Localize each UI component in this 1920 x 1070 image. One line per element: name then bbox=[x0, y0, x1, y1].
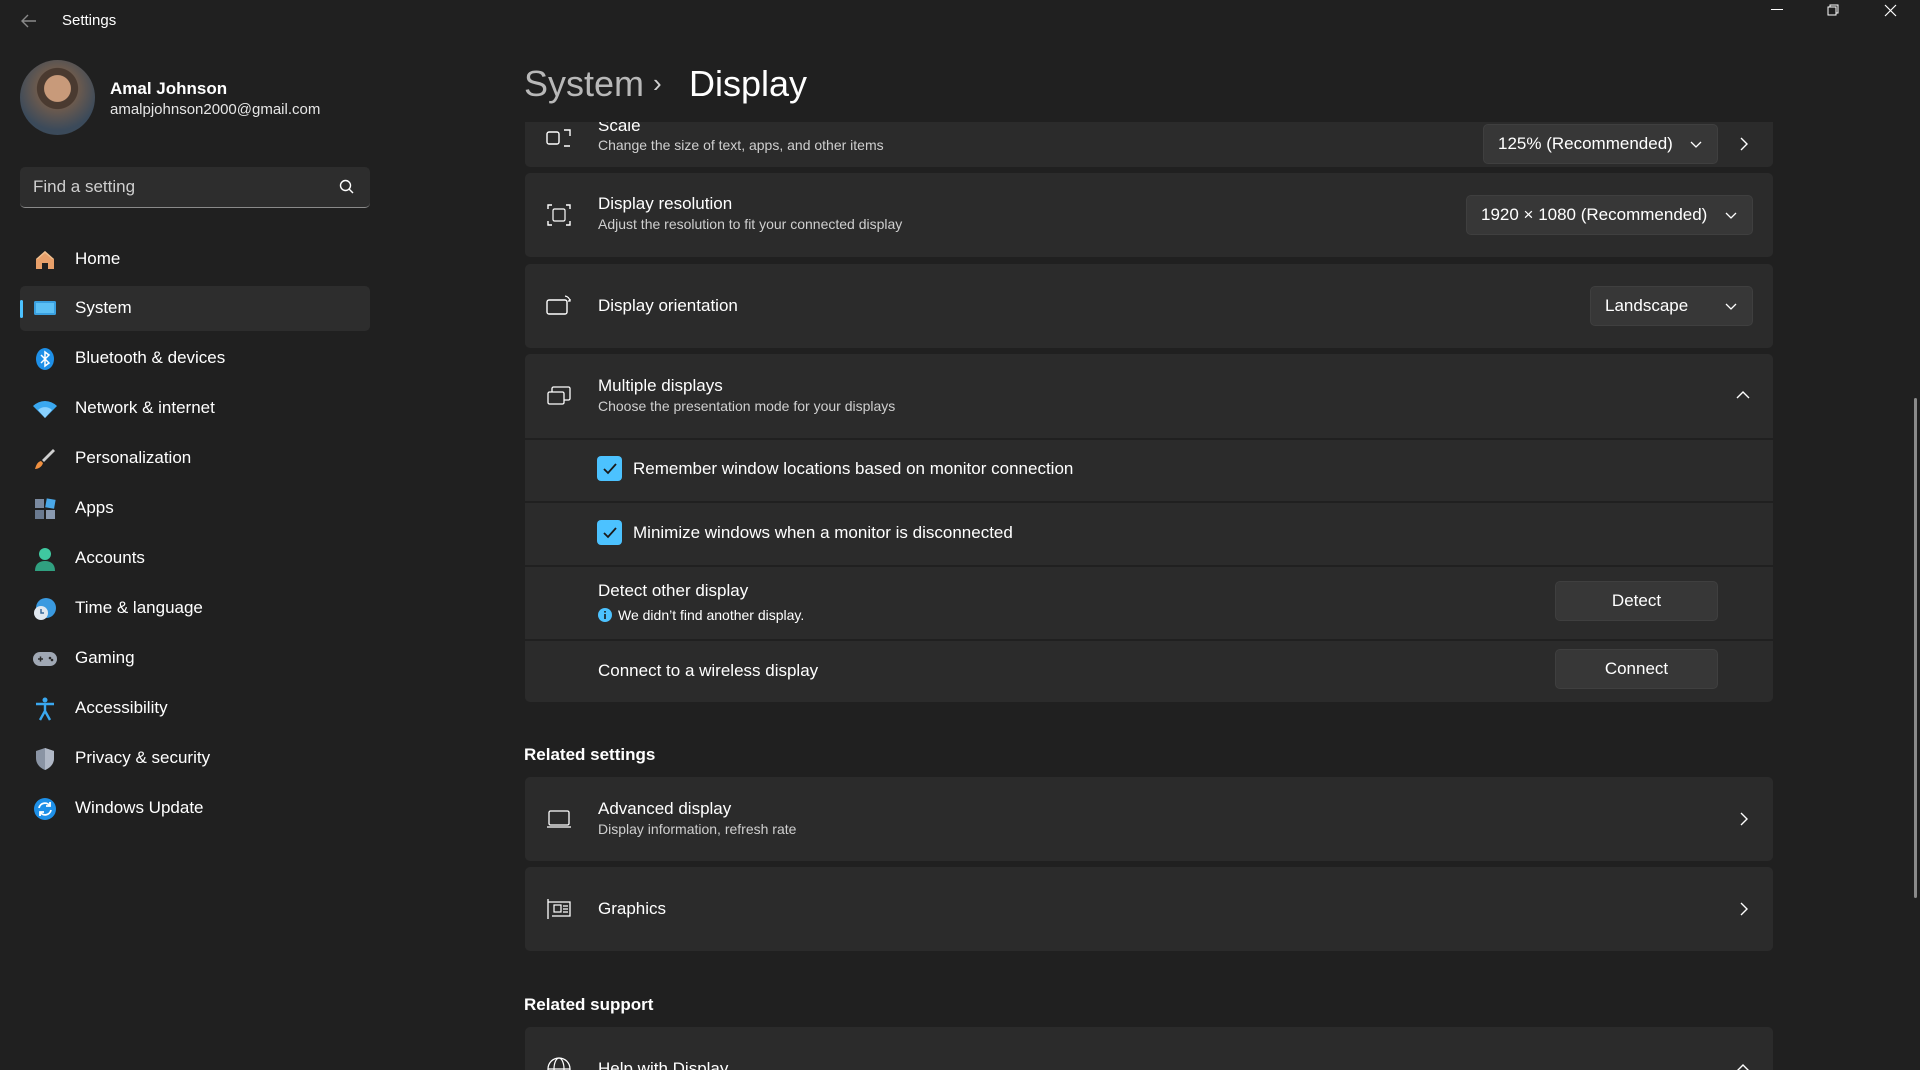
app-title: Settings bbox=[62, 12, 117, 29]
graphics-title: Graphics bbox=[598, 899, 667, 918]
multiple-displays-header[interactable]: Multiple displays Choose the presentatio… bbox=[525, 354, 1773, 438]
chevron-down-icon bbox=[1725, 303, 1737, 310]
scale-icon bbox=[546, 129, 571, 147]
divider bbox=[525, 639, 1773, 641]
multiple-displays-title: Multiple displays bbox=[598, 376, 723, 395]
info-icon bbox=[598, 608, 612, 622]
detect-title: Detect other display bbox=[598, 581, 749, 600]
restore-button[interactable] bbox=[1805, 0, 1861, 20]
close-button[interactable] bbox=[1862, 0, 1918, 20]
divider bbox=[525, 438, 1773, 440]
arrow-left-icon bbox=[21, 14, 36, 28]
chevron-up-icon[interactable] bbox=[1735, 389, 1751, 401]
minimize-icon bbox=[1771, 9, 1783, 10]
user-name: Amal Johnson bbox=[110, 79, 228, 98]
minimize-windows-label: Minimize windows when a monitor is disco… bbox=[633, 523, 1013, 542]
resolution-dropdown[interactable]: 1920 × 1080 (Recommended) bbox=[1466, 195, 1753, 235]
resolution-icon bbox=[547, 204, 571, 226]
scrollbar-thumb[interactable] bbox=[1914, 398, 1917, 898]
laptop-icon bbox=[547, 810, 571, 828]
globe-icon bbox=[547, 1057, 571, 1070]
remember-locations-checkbox[interactable] bbox=[597, 456, 622, 481]
resolution-value: 1920 × 1080 (Recommended) bbox=[1481, 205, 1708, 224]
multiple-monitors-icon bbox=[547, 386, 571, 405]
page-title: Display bbox=[689, 63, 808, 104]
orientation-icon bbox=[546, 295, 571, 315]
advanced-display-card[interactable]: Advanced display Display information, re… bbox=[525, 777, 1773, 861]
chevron-right-icon bbox=[1740, 812, 1748, 826]
wireless-display-label: Connect to a wireless display bbox=[598, 661, 819, 680]
multiple-displays-subtitle: Choose the presentation mode for your di… bbox=[598, 398, 896, 414]
chevron-right-icon[interactable] bbox=[1737, 136, 1751, 152]
related-settings-heading: Related settings bbox=[524, 745, 656, 764]
checkmark-icon bbox=[602, 526, 617, 538]
breadcrumb-parent[interactable]: System bbox=[524, 63, 644, 105]
close-icon bbox=[1884, 4, 1896, 16]
orientation-value: Landscape bbox=[1605, 296, 1689, 315]
restore-icon bbox=[1827, 4, 1839, 16]
advanced-display-title: Advanced display bbox=[598, 799, 732, 818]
scale-card[interactable]: Scale Change the size of text, apps, and… bbox=[525, 122, 1773, 167]
checkmark-icon bbox=[602, 462, 617, 474]
resolution-card: Display resolution Adjust the resolution… bbox=[525, 173, 1773, 257]
divider bbox=[525, 565, 1773, 567]
chevron-down-icon bbox=[1725, 212, 1737, 219]
title-bar: Settings bbox=[0, 0, 1920, 40]
breadcrumb-separator: › bbox=[653, 68, 662, 98]
detect-info-text: We didn’t find another display. bbox=[618, 607, 805, 623]
connect-button[interactable]: Connect bbox=[1555, 649, 1718, 689]
chevron-down-icon bbox=[1690, 141, 1702, 148]
chevron-right-icon bbox=[1740, 902, 1748, 916]
scale-subtitle: Change the size of text, apps, and other… bbox=[598, 137, 884, 153]
related-support-heading: Related support bbox=[524, 995, 654, 1014]
orientation-title: Display orientation bbox=[598, 296, 738, 315]
scale-value: 125% (Recommended) bbox=[1498, 134, 1673, 153]
back-button[interactable] bbox=[14, 8, 44, 34]
divider bbox=[525, 501, 1773, 503]
minimize-windows-checkbox[interactable] bbox=[597, 520, 622, 545]
user-email: amalpjohnson2000@gmail.com bbox=[110, 101, 321, 118]
help-with-display-card[interactable]: Help with Display bbox=[525, 1027, 1773, 1070]
advanced-display-subtitle: Display information, refresh rate bbox=[598, 821, 797, 837]
settings-scroll-area: Scale Change the size of text, apps, and… bbox=[0, 122, 1920, 1070]
orientation-dropdown[interactable]: Landscape bbox=[1590, 286, 1753, 326]
remember-locations-label: Remember window locations based on monit… bbox=[633, 459, 1074, 478]
scale-title: Scale bbox=[598, 122, 641, 135]
graphics-card[interactable]: Graphics bbox=[525, 867, 1773, 951]
multiple-displays-card: Multiple displays Choose the presentatio… bbox=[525, 354, 1773, 702]
help-with-display-title: Help with Display bbox=[598, 1059, 729, 1070]
chevron-up-icon[interactable] bbox=[1735, 1062, 1751, 1070]
resolution-subtitle: Adjust the resolution to fit your connec… bbox=[598, 216, 903, 232]
scale-dropdown[interactable]: 125% (Recommended) bbox=[1483, 124, 1718, 164]
detect-button[interactable]: Detect bbox=[1555, 581, 1718, 621]
orientation-card: Display orientation Landscape bbox=[525, 264, 1773, 348]
graphics-card-icon bbox=[547, 899, 571, 919]
minimize-button[interactable] bbox=[1749, 0, 1805, 20]
resolution-title: Display resolution bbox=[598, 194, 733, 213]
